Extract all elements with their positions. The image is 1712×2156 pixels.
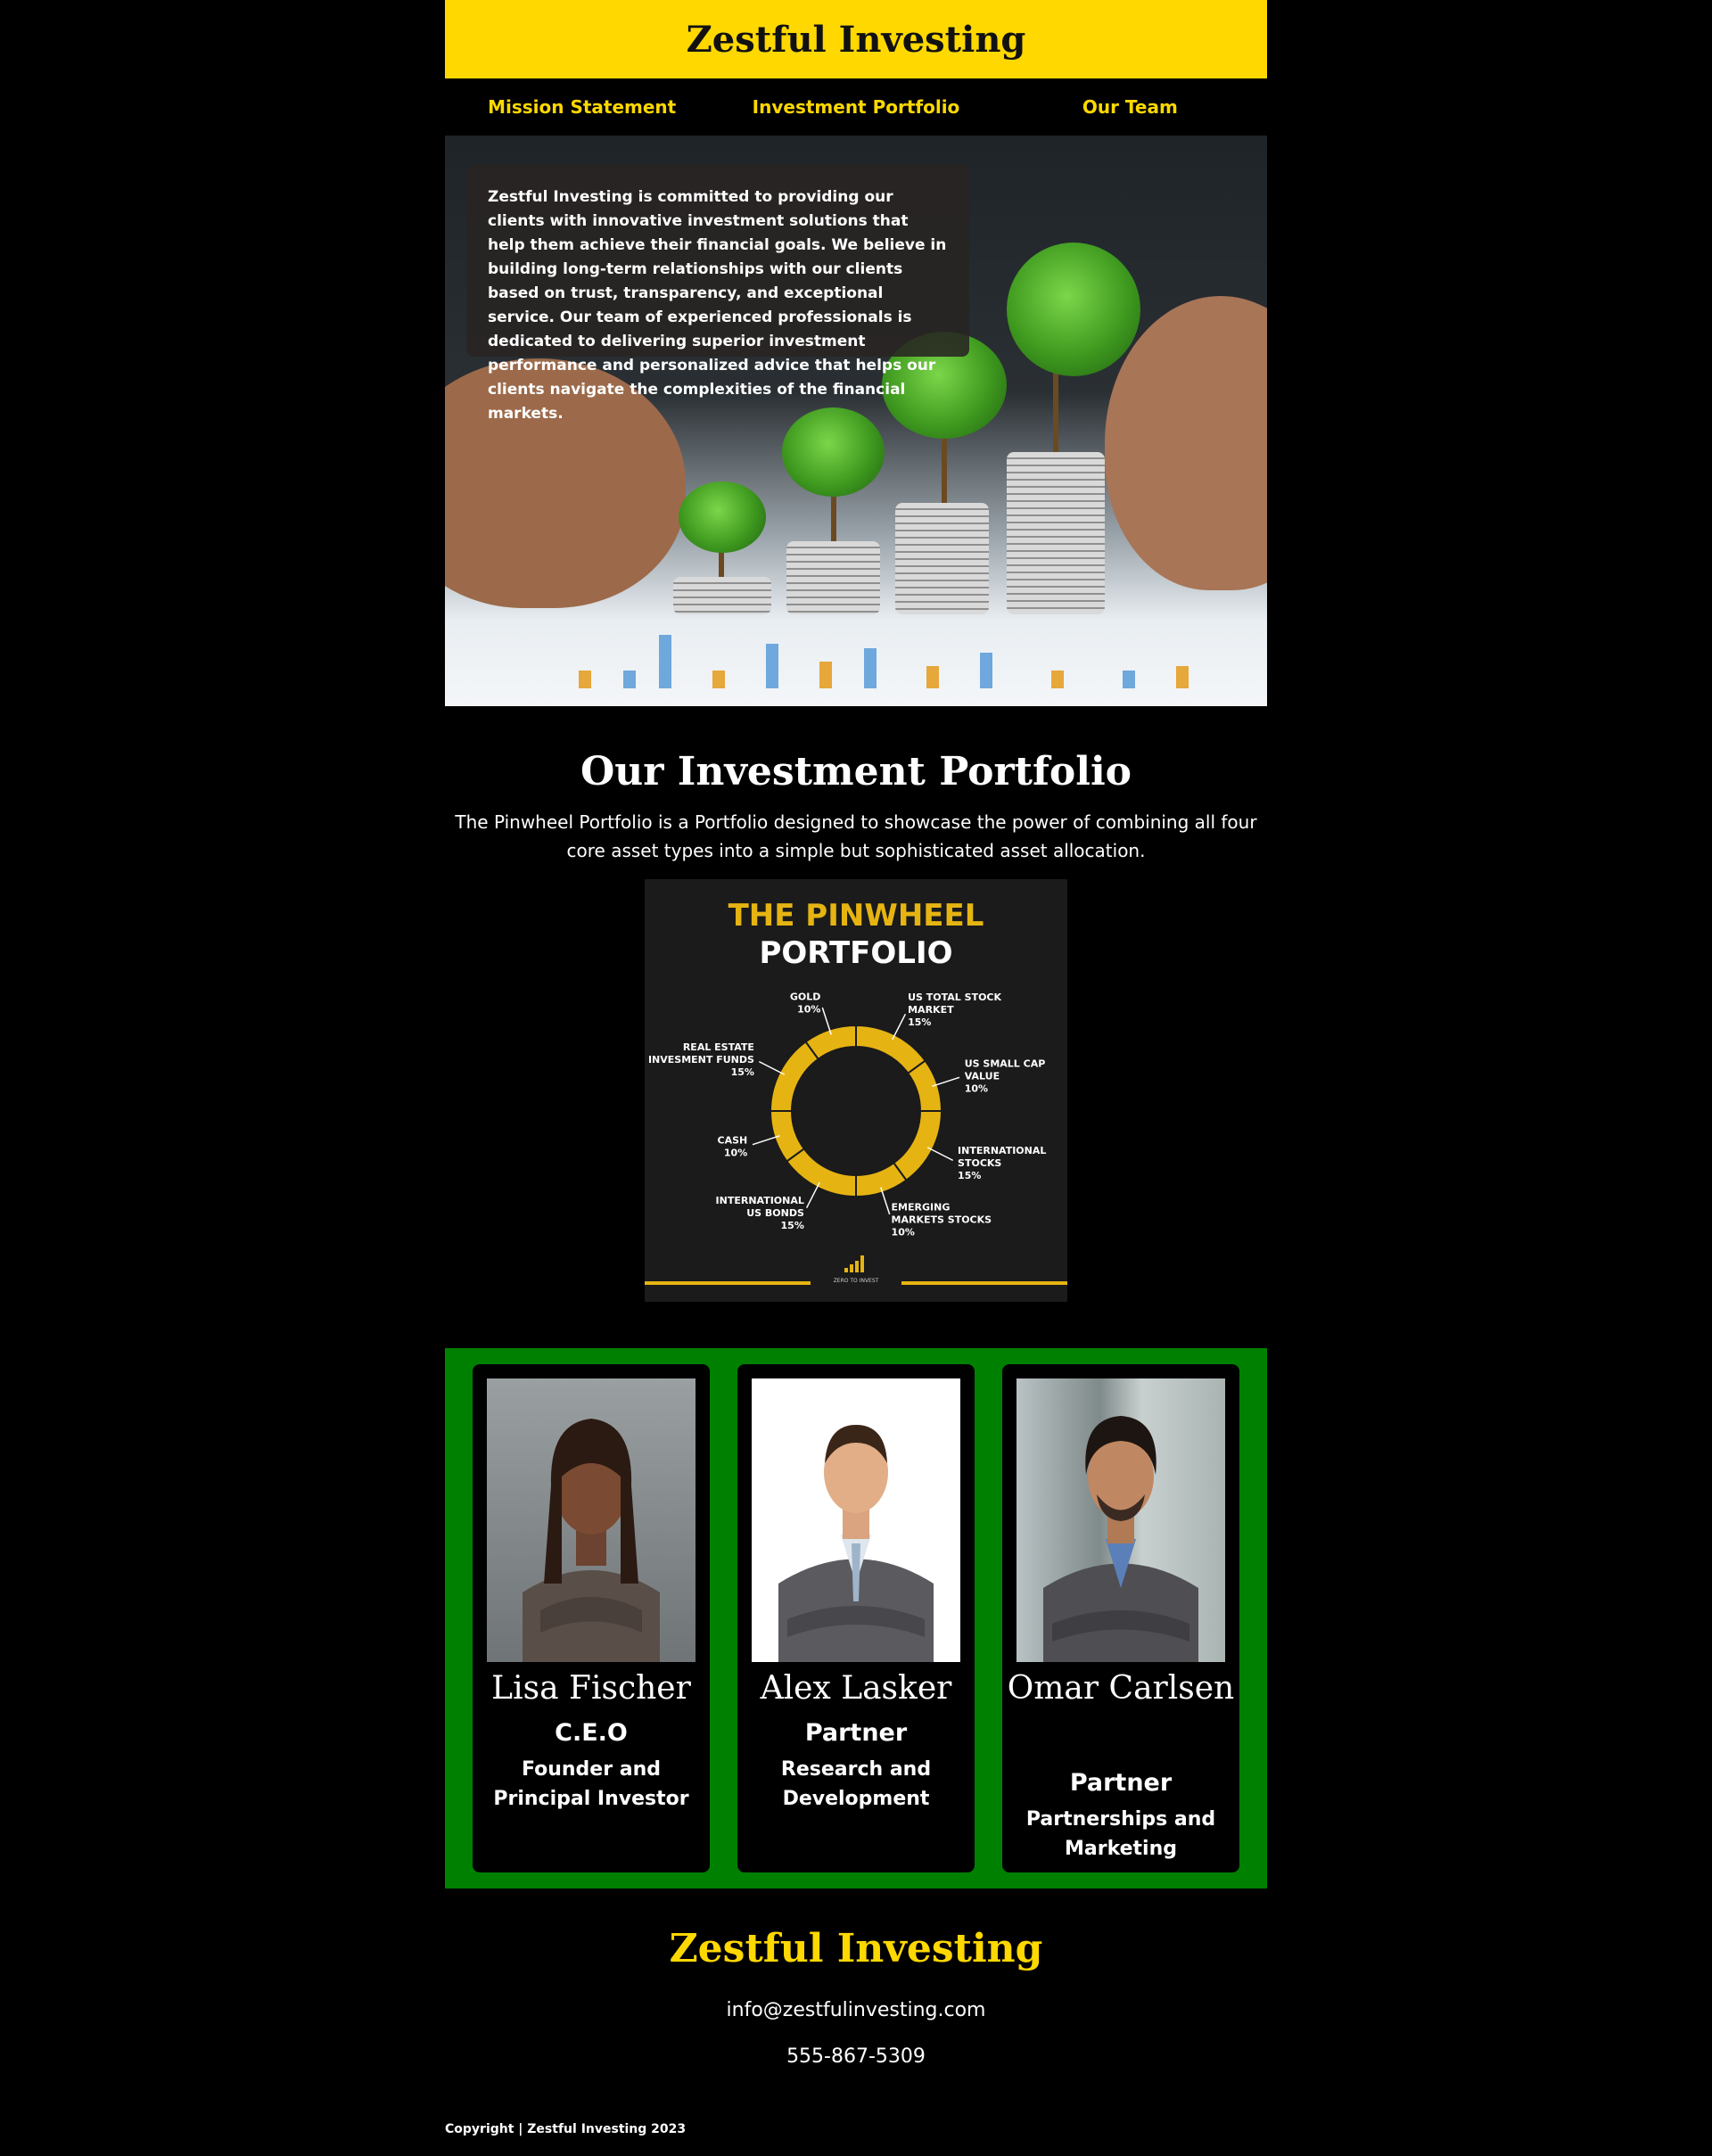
nav-link-our-team[interactable]: Our Team [993, 78, 1267, 136]
pinwheel-slice [769, 1040, 820, 1112]
team-member-name: Alex Lasker [760, 1670, 952, 1707]
team-member-role: Partner [804, 1719, 908, 1747]
team-member-name: Omar Carlsen [1007, 1670, 1235, 1707]
pinwheel-portfolio-image: THE PINWHEEL PORTFOLIO US TOTAL STOCK MAR… [645, 879, 1067, 1302]
main-nav: Mission Statement Investment Portfolio O… [445, 78, 1267, 136]
footer-phone: 555-867-5309 [786, 2045, 926, 2068]
mission-statement-box: Zestful Investing is committed to provid… [466, 164, 969, 423]
pinwheel-slice-label: REAL ESTATE INVESMENT FUNDS 15% [648, 1041, 754, 1078]
team-photo [1017, 1378, 1225, 1662]
zero-to-invest-logo: ZERO TO INVEST [834, 1255, 879, 1284]
hero-chart-bars [445, 608, 1267, 706]
copyright-text: Copyright | Zestful Investing 2023 [445, 2122, 687, 2136]
tree-small [679, 481, 766, 553]
team-member-role: Partner [1069, 1769, 1173, 1797]
portfolio-description: The Pinwheel Portfolio is a Portfolio de… [455, 811, 1257, 861]
pinwheel-slice-label: CASH 10% [718, 1135, 748, 1159]
pinwheel-leader-line [805, 1181, 820, 1209]
pinwheel-slice-label: EMERGING MARKETS STOCKS 10% [892, 1202, 992, 1238]
team-member-name: Lisa Fischer [491, 1670, 691, 1707]
pinwheel-title-line2: PORTFOLIO [759, 935, 952, 971]
pinwheel-slice-label: INTERNATIONAL US BONDS 15% [716, 1195, 804, 1231]
team-member-description: Partnerships and Marketing [1025, 1808, 1216, 1860]
page: Zestful Investing Mission Statement Inve… [445, 0, 1267, 2136]
footer-email-link[interactable]: info@zestfulinvesting.com [445, 1999, 1267, 2021]
team-card-omar-carlsen: Omar Carlsen Partner Partnerships and Ma… [1002, 1364, 1239, 1872]
pinwheel-title-line1: THE PINWHEEL [728, 898, 984, 934]
site-header: Zestful Investing [445, 0, 1267, 78]
pinwheel-slice-label: GOLD 10% [790, 991, 821, 1015]
coin-stack [673, 577, 771, 614]
svg-text:ZERO TO INVEST: ZERO TO INVEST [834, 1278, 879, 1284]
pinwheel-leader-line [926, 1147, 954, 1162]
nav-link-investment-portfolio[interactable]: Investment Portfolio [719, 78, 992, 136]
team-member-description: Research and Development [780, 1758, 932, 1810]
pinwheel-slice-label: US SMALL CAP VALUE 10% [965, 1057, 1046, 1094]
pinwheel-leader-line [892, 1013, 907, 1041]
footer-title: Zestful Investing [669, 1926, 1043, 1971]
coin-stack [895, 503, 989, 614]
pinwheel-slice [855, 1024, 927, 1075]
pinwheel-slice-label: US TOTAL STOCK MARKET 15% [908, 992, 1001, 1028]
pinwheel-slice [892, 1110, 943, 1182]
team-card-alex-lasker: Alex Lasker Partner Research and Develop… [737, 1364, 975, 1872]
pinwheel-slice [785, 1147, 857, 1198]
team-member-role: C.E.O [555, 1719, 628, 1747]
team-photo [752, 1378, 960, 1662]
tree-medium [782, 407, 885, 497]
team-photo [487, 1378, 696, 1662]
portfolio-heading: Our Investment Portfolio [580, 749, 1132, 794]
pinwheel-leader-line [758, 1060, 786, 1075]
hero-image: Zestful Investing is committed to provid… [445, 136, 1267, 706]
pinwheel-chart: THE PINWHEEL PORTFOLIO US TOTAL STOCK MAR… [645, 898, 1067, 1285]
site-title: Zestful Investing [686, 18, 1026, 61]
team-member-description: Founder and Principal Investor [493, 1758, 689, 1810]
team-section: Lisa Fischer C.E.O Founder and Principal… [445, 1348, 1267, 1889]
team-card-lisa-fischer: Lisa Fischer C.E.O Founder and Principal… [473, 1364, 710, 1872]
coin-stack [786, 541, 880, 614]
pinwheel-slice-label: INTERNATIONAL STOCKS 15% [958, 1145, 1046, 1181]
nav-link-mission-statement[interactable]: Mission Statement [445, 78, 719, 136]
tree-largest [1007, 243, 1140, 376]
coin-stack [1007, 452, 1105, 614]
mission-statement-text: Zestful Investing is committed to provid… [488, 188, 947, 423]
